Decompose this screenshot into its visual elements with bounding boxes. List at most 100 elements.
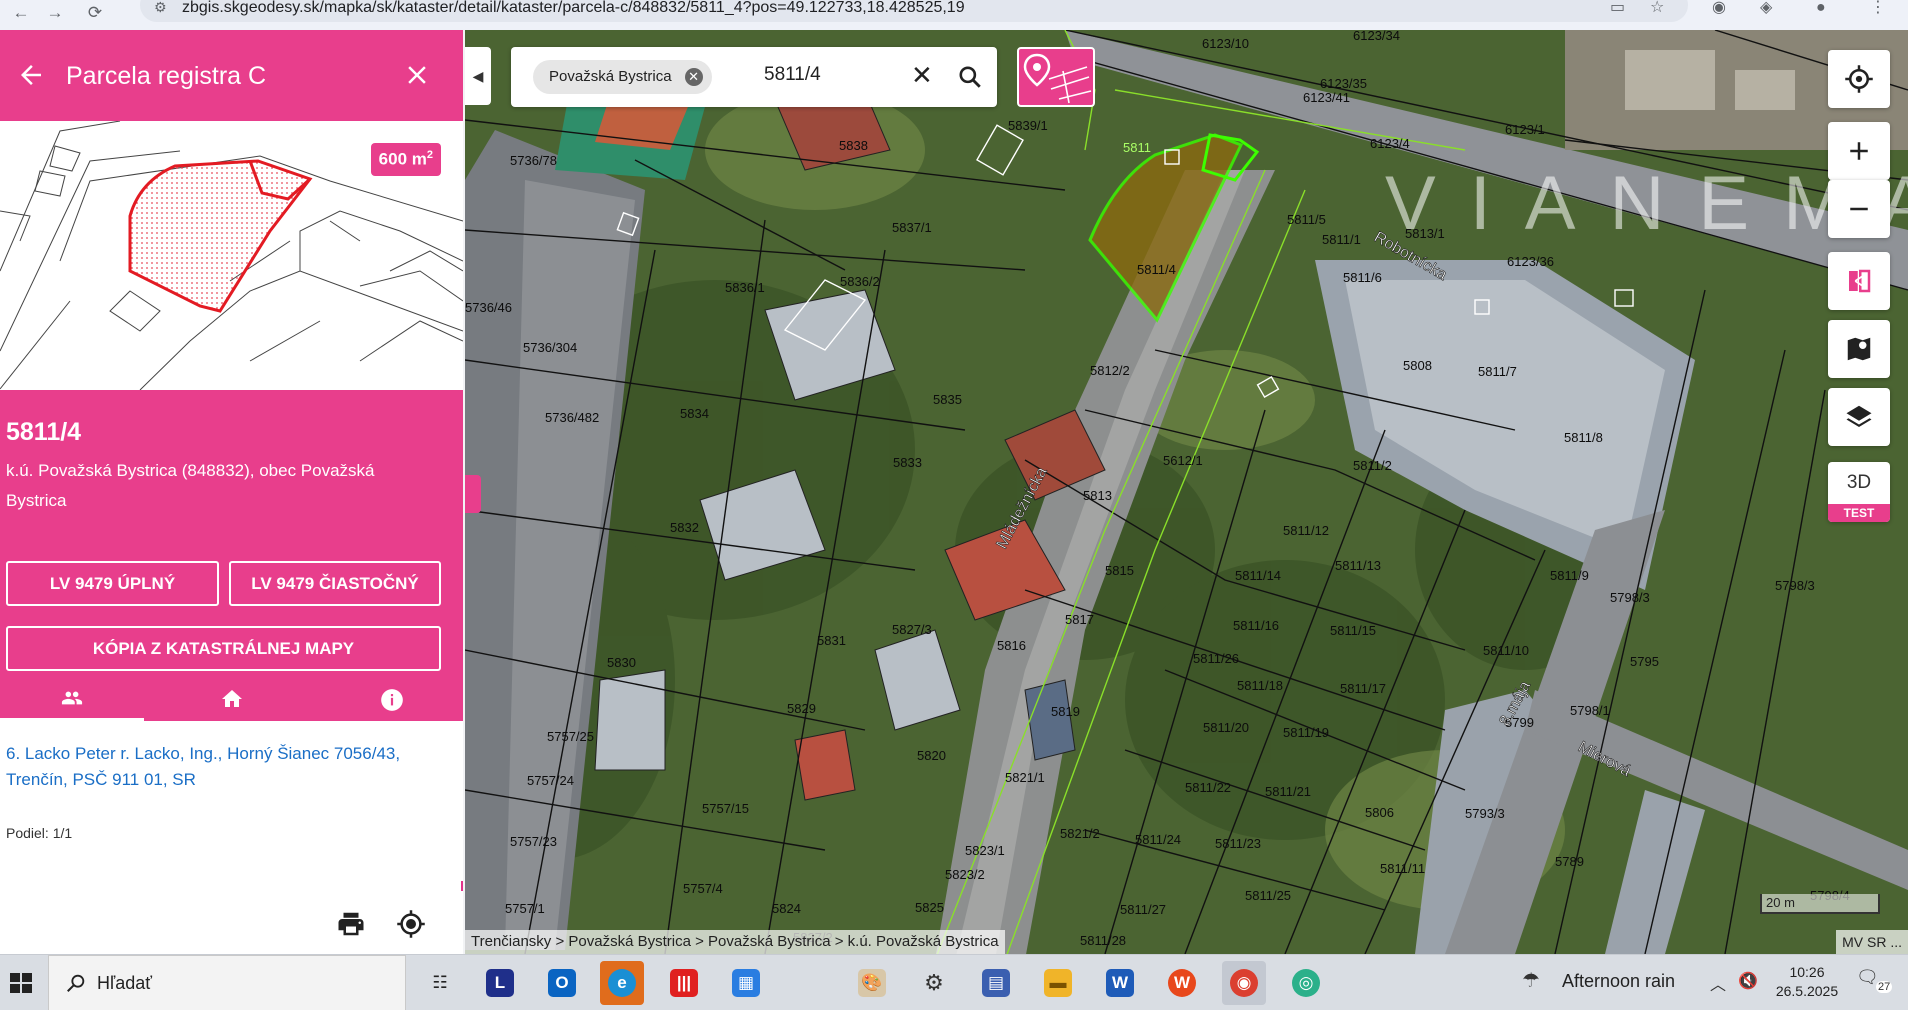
install-app-icon[interactable]: ▭ <box>1610 0 1625 16</box>
tab-buildings[interactable] <box>160 676 304 721</box>
panel-footer <box>0 891 463 954</box>
svg-text:5825: 5825 <box>915 900 944 915</box>
svg-text:5811/18: 5811/18 <box>1237 678 1283 693</box>
search-input[interactable]: 5811/4 <box>764 64 821 86</box>
svg-text:5827/3: 5827/3 <box>892 622 932 637</box>
print-icon[interactable] <box>336 909 366 939</box>
svg-text:5831: 5831 <box>817 633 846 648</box>
map-search-box[interactable]: Považská Bystrica ✕ 5811/4 ✕ <box>511 47 997 107</box>
compare-maps-button[interactable] <box>1828 252 1890 310</box>
media-app[interactable]: ||| <box>662 961 706 1005</box>
side-handle[interactable] <box>465 475 481 513</box>
svg-text:5811/20: 5811/20 <box>1203 720 1249 735</box>
close-icon[interactable] <box>402 60 432 90</box>
test-badge: TEST <box>1828 504 1890 522</box>
calculator-app[interactable]: ▤ <box>974 961 1018 1005</box>
edge-app[interactable]: e <box>600 961 644 1005</box>
owner-share: Podiel: 1/1 <box>6 825 73 841</box>
clock[interactable]: 10:26 26.5.2025 <box>1770 963 1844 1001</box>
geolocate-button[interactable] <box>1828 50 1890 108</box>
edge-dev-app[interactable]: ◎ <box>1284 961 1328 1005</box>
forward-arrow-icon[interactable]: → <box>44 4 66 26</box>
svg-text:5757/25: 5757/25 <box>547 729 594 744</box>
svg-text:5823/1: 5823/1 <box>965 843 1005 858</box>
svg-text:5823/2: 5823/2 <box>945 867 985 882</box>
svg-text:5757/4: 5757/4 <box>683 881 723 896</box>
svg-text:5815: 5815 <box>1105 563 1134 578</box>
map-attribution[interactable]: MV SR ... <box>1836 930 1908 954</box>
site-settings-icon[interactable]: ⚙ <box>154 0 167 14</box>
svg-text:5817: 5817 <box>1065 612 1094 627</box>
taskbar-search[interactable]: Hľadať <box>48 955 406 1010</box>
svg-text:5811/21: 5811/21 <box>1265 784 1311 799</box>
crosshair-icon <box>1845 65 1873 93</box>
taskbar-search-placeholder: Hľadať <box>97 973 153 993</box>
svg-text:5811/25: 5811/25 <box>1245 888 1291 903</box>
svg-text:5811/5: 5811/5 <box>1287 212 1326 227</box>
lync-app[interactable]: L <box>478 961 522 1005</box>
3d-view-button[interactable]: 3D TEST <box>1828 462 1890 522</box>
svg-text:5811/23: 5811/23 <box>1215 836 1261 851</box>
collapse-panel-button[interactable]: ◀ <box>465 47 491 105</box>
outlook-app[interactable]: O <box>540 961 584 1005</box>
clear-search-icon[interactable]: ✕ <box>911 61 933 89</box>
layers-button[interactable] <box>1828 388 1890 446</box>
back-arrow-icon[interactable]: ← <box>10 4 32 26</box>
tab-info[interactable] <box>320 676 464 721</box>
profile-avatar-icon[interactable]: ● <box>1816 0 1826 16</box>
reload-icon[interactable]: ⟳ <box>84 4 106 26</box>
chevron-up-icon[interactable]: ︿ <box>1710 971 1726 995</box>
svg-text:5829: 5829 <box>787 701 816 716</box>
zoom-in-button[interactable] <box>1828 122 1890 180</box>
location-chip[interactable]: Považská Bystrica ✕ <box>533 60 712 94</box>
svg-text:5839/1: 5839/1 <box>1008 118 1048 133</box>
task-view-button[interactable]: ☷ <box>418 961 462 1005</box>
lv-partial-button[interactable]: LV 9479 ČIASTOČNÝ <box>229 561 441 606</box>
split-view-icon <box>1849 269 1871 293</box>
lv-full-button[interactable]: LV 9479 ÚPLNÝ <box>6 561 219 606</box>
tab-owners[interactable] <box>0 676 144 721</box>
speaker-muted-icon[interactable]: 🔇 <box>1738 971 1758 991</box>
office-app[interactable]: W <box>1160 961 1204 1005</box>
settings-app[interactable]: ⚙ <box>912 961 956 1005</box>
minus-icon <box>1850 207 1868 211</box>
chrome-app[interactable]: ◉ <box>1222 961 1266 1005</box>
chip-remove-icon[interactable]: ✕ <box>684 68 703 86</box>
owner-link[interactable]: 6. Lacko Peter r. Lacko, Ing., Horný Šia… <box>6 741 446 793</box>
svg-text:5811/9: 5811/9 <box>1550 568 1589 583</box>
url-text[interactable]: zbgis.skgeodesy.sk/mapka/sk/kataster/det… <box>182 0 965 16</box>
map-scale: 20 m <box>1760 894 1880 914</box>
paint-app[interactable]: 🎨 <box>850 961 894 1005</box>
locate-target-icon[interactable] <box>396 909 426 939</box>
svg-text:5736/46: 5736/46 <box>465 300 512 315</box>
start-button[interactable] <box>0 955 44 1010</box>
svg-text:5811/7: 5811/7 <box>1478 364 1517 379</box>
svg-text:5798/3: 5798/3 <box>1775 578 1815 593</box>
svg-text:5789: 5789 <box>1555 854 1584 869</box>
svg-text:5811/27: 5811/27 <box>1120 902 1166 917</box>
panel-header: Parcela registra C <box>0 30 463 121</box>
copy-map-button[interactable]: KÓPIA Z KATASTRÁLNEJ MAPY <box>6 626 441 671</box>
store-app[interactable]: ▦ <box>724 961 768 1005</box>
svg-text:5837/1: 5837/1 <box>892 220 932 235</box>
cadastral-map[interactable]: 5736/1 5838 5839/1 5736/78 5837/1 5836/1… <box>465 30 1908 954</box>
bookmark-star-icon[interactable]: ☆ <box>1650 0 1664 16</box>
svg-text:5811/16: 5811/16 <box>1233 618 1279 633</box>
parcel-pin-button[interactable] <box>1017 47 1095 107</box>
people-icon <box>61 691 83 705</box>
back-arrow-icon[interactable] <box>16 60 46 90</box>
svg-text:5835: 5835 <box>933 392 962 407</box>
windows-taskbar: Hľadať ☷ L O e ||| ▦ 🎨 ⚙ ▤ ▬ W W ◉ ◎ ☂ A… <box>0 954 1908 1010</box>
map-pins-button[interactable] <box>1828 320 1890 378</box>
browser-menu-icon[interactable]: ⋮ <box>1870 0 1886 16</box>
svg-text:5833: 5833 <box>893 455 922 470</box>
search-icon[interactable] <box>957 64 983 90</box>
parcel-preview-map: 600 m2 <box>0 121 463 390</box>
file-explorer-app[interactable]: ▬ <box>1036 961 1080 1005</box>
zoom-out-button[interactable] <box>1828 180 1890 238</box>
extensions-puzzle-icon[interactable]: ◈ <box>1760 0 1772 16</box>
svg-text:6123/10: 6123/10 <box>1202 36 1249 51</box>
word-app[interactable]: W <box>1098 961 1142 1005</box>
extension-icon[interactable]: ◉ <box>1712 0 1726 16</box>
weather-text[interactable]: Afternoon rain <box>1562 971 1675 992</box>
